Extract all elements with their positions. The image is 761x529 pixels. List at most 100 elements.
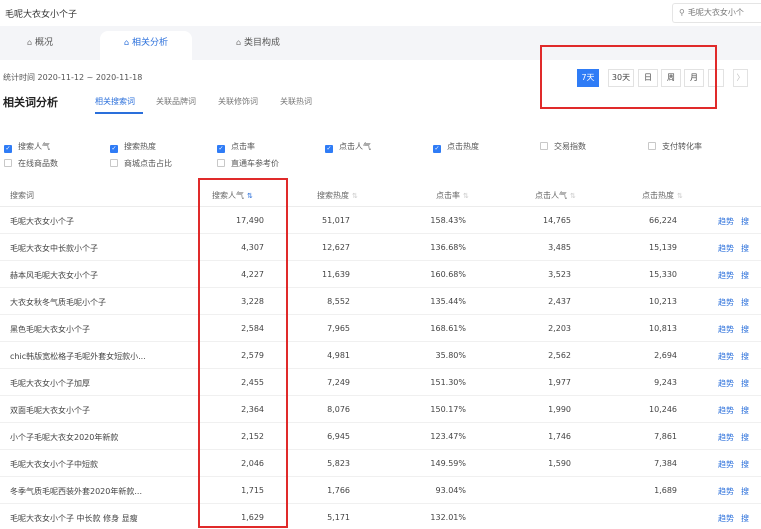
tab-category-composition[interactable]: ⌂ 类目构成 <box>222 31 294 60</box>
next-period-button[interactable]: 〉 <box>733 69 748 87</box>
keyword-cell[interactable]: 毛呢大衣女小个子中短款 <box>10 459 98 470</box>
search-link[interactable]: 搜 <box>741 459 749 470</box>
value-cell: 1,689 <box>654 486 677 495</box>
sort-arrows-icon[interactable]: ⇅ <box>247 192 253 200</box>
period-7d-button[interactable]: 7天 <box>577 69 599 87</box>
value-cell: 1,746 <box>548 432 571 441</box>
checkbox-click-popularity[interactable]: ✓ 点击人气 <box>325 141 371 153</box>
header-search-heat[interactable]: 搜索热度 ⇅ <box>317 190 358 201</box>
value-cell: 1,590 <box>548 459 571 468</box>
trend-link[interactable]: 趋势 <box>718 297 734 308</box>
sort-arrows-icon[interactable]: ⇅ <box>352 192 358 200</box>
tab-related-analysis[interactable]: ⌂ 相关分析 <box>100 31 192 60</box>
period-day-button[interactable]: 日 <box>638 69 658 87</box>
value-cell: 15,330 <box>649 270 677 279</box>
trend-link[interactable]: 趋势 <box>718 432 734 443</box>
subtab-brand[interactable]: 关联品牌词 <box>156 96 196 107</box>
value-cell: 2,584 <box>241 324 264 333</box>
value-cell: 17,490 <box>236 216 264 225</box>
keyword-cell[interactable]: 毛呢大衣女小个子 <box>10 216 74 227</box>
checkbox-search-popularity[interactable]: ✓ 搜索人气 <box>4 141 50 153</box>
value-cell: 35.80% <box>435 351 466 360</box>
stat-date: 统计时间 2020-11-12 ~ 2020-11-18 <box>3 73 143 82</box>
value-cell: 5,171 <box>327 513 350 522</box>
tab-overview[interactable]: ⌂ 概况 <box>10 31 70 60</box>
keyword-cell[interactable]: 赫本风毛呢大衣女小个子 <box>10 270 98 281</box>
checkbox-ztc-price[interactable]: 直通车参考价 <box>217 158 279 169</box>
search-link[interactable]: 搜 <box>741 405 749 416</box>
search-link[interactable]: 搜 <box>741 216 749 227</box>
value-cell: 1,766 <box>327 486 350 495</box>
trend-link[interactable]: 趋势 <box>718 243 734 254</box>
value-cell: 7,861 <box>654 432 677 441</box>
search-link[interactable]: 搜 <box>741 513 749 524</box>
keyword-cell[interactable]: 毛呢大衣女中长款小个子 <box>10 243 98 254</box>
sort-arrows-icon[interactable]: ⇅ <box>570 192 576 200</box>
checkbox-ctr[interactable]: ✓ 点击率 <box>217 141 255 153</box>
search-link[interactable]: 搜 <box>741 297 749 308</box>
value-cell: 1,977 <box>548 378 571 387</box>
period-week-button[interactable]: 周 <box>661 69 681 87</box>
subtab-related-search[interactable]: 相关搜索词 <box>95 96 135 107</box>
checkbox-label: 商城点击占比 <box>124 159 172 168</box>
keyword-cell[interactable]: 小个子毛呢大衣女2020年新款 <box>10 432 118 443</box>
checkbox-pay-conversion[interactable]: 支付转化率 <box>648 141 702 152</box>
header-click-heat[interactable]: 点击热度 ⇅ <box>642 190 683 201</box>
keyword-cell[interactable]: 毛呢大衣女小个子 中长款 修身 显瘦 <box>10 513 138 524</box>
keyword-cell[interactable]: 黑色毛呢大衣女小个子 <box>10 324 90 335</box>
value-cell: 2,694 <box>654 351 677 360</box>
keyword-cell[interactable]: 大衣女秋冬气质毛呢小个子 <box>10 297 106 308</box>
header-label: 点击热度 <box>642 191 674 200</box>
keyword-cell[interactable]: 冬季气质毛呢西装外套2020年新款... <box>10 486 142 497</box>
period-30d-button[interactable]: 30天 <box>608 69 634 87</box>
table-row: 毛呢大衣女小个子 中长款 修身 显瘦 1,629 5,171 132.01% 趋势搜 <box>0 504 761 529</box>
checkbox-click-heat[interactable]: ✓ 点击热度 <box>433 141 479 153</box>
trend-link[interactable]: 趋势 <box>718 513 734 524</box>
value-cell: 4,307 <box>241 243 264 252</box>
trend-link[interactable]: 趋势 <box>718 405 734 416</box>
trend-link[interactable]: 趋势 <box>718 270 734 281</box>
header-click-popularity[interactable]: 点击人气 ⇅ <box>535 190 576 201</box>
calendar-button[interactable] <box>708 69 724 87</box>
checkbox-label: 搜索人气 <box>18 142 50 151</box>
checkbox-icon <box>540 142 548 150</box>
trend-link[interactable]: 趋势 <box>718 351 734 362</box>
keyword-cell[interactable]: chic韩版宽松格子毛呢外套女短款小... <box>10 351 146 362</box>
search-link[interactable]: 搜 <box>741 270 749 281</box>
sort-arrows-icon[interactable]: ⇅ <box>463 192 469 200</box>
value-cell: 1,629 <box>241 513 264 522</box>
search-link[interactable]: 搜 <box>741 243 749 254</box>
value-cell: 2,203 <box>548 324 571 333</box>
checkbox-search-heat[interactable]: ✓ 搜索热度 <box>110 141 156 153</box>
table-header: 搜索词 搜索人气 ⇅ 搜索热度 ⇅ 点击率 ⇅ 点击人气 ⇅ 点击热度 ⇅ <box>0 183 761 207</box>
checkbox-online-items[interactable]: 在线商品数 <box>4 158 58 169</box>
value-cell: 10,246 <box>649 405 677 414</box>
sort-arrows-icon[interactable]: ⇅ <box>677 192 683 200</box>
trend-link[interactable]: 趋势 <box>718 486 734 497</box>
keyword-cell[interactable]: 毛呢大衣女小个子加厚 <box>10 378 90 389</box>
home-icon: ⌂ <box>123 38 130 47</box>
period-month-button[interactable]: 月 <box>684 69 704 87</box>
header-label: 搜索人气 <box>212 191 244 200</box>
trend-link[interactable]: 趋势 <box>718 459 734 470</box>
search-link[interactable]: 搜 <box>741 486 749 497</box>
trend-link[interactable]: 趋势 <box>718 216 734 227</box>
header-ctr[interactable]: 点击率 ⇅ <box>436 190 469 201</box>
search-link[interactable]: 搜 <box>741 324 749 335</box>
search-link[interactable]: 搜 <box>741 378 749 389</box>
checkbox-trade-index[interactable]: 交易指数 <box>540 141 586 152</box>
search-input[interactable]: ⚲ 毛呢大衣女小个 <box>672 3 761 23</box>
value-cell: 8,552 <box>327 297 350 306</box>
subtab-hot-words[interactable]: 关联热词 <box>280 96 312 107</box>
checkbox-icon: ✓ <box>325 145 333 153</box>
subtab-modifier[interactable]: 关联修饰词 <box>218 96 258 107</box>
search-link[interactable]: 搜 <box>741 432 749 443</box>
header-search-popularity[interactable]: 搜索人气 ⇅ <box>212 190 253 201</box>
search-icon: ⚲ <box>679 8 685 17</box>
search-link[interactable]: 搜 <box>741 351 749 362</box>
trend-link[interactable]: 趋势 <box>718 324 734 335</box>
value-cell: 4,227 <box>241 270 264 279</box>
checkbox-mall-click-share[interactable]: 商城点击占比 <box>110 158 172 169</box>
keyword-cell[interactable]: 双面毛呢大衣女小个子 <box>10 405 90 416</box>
trend-link[interactable]: 趋势 <box>718 378 734 389</box>
